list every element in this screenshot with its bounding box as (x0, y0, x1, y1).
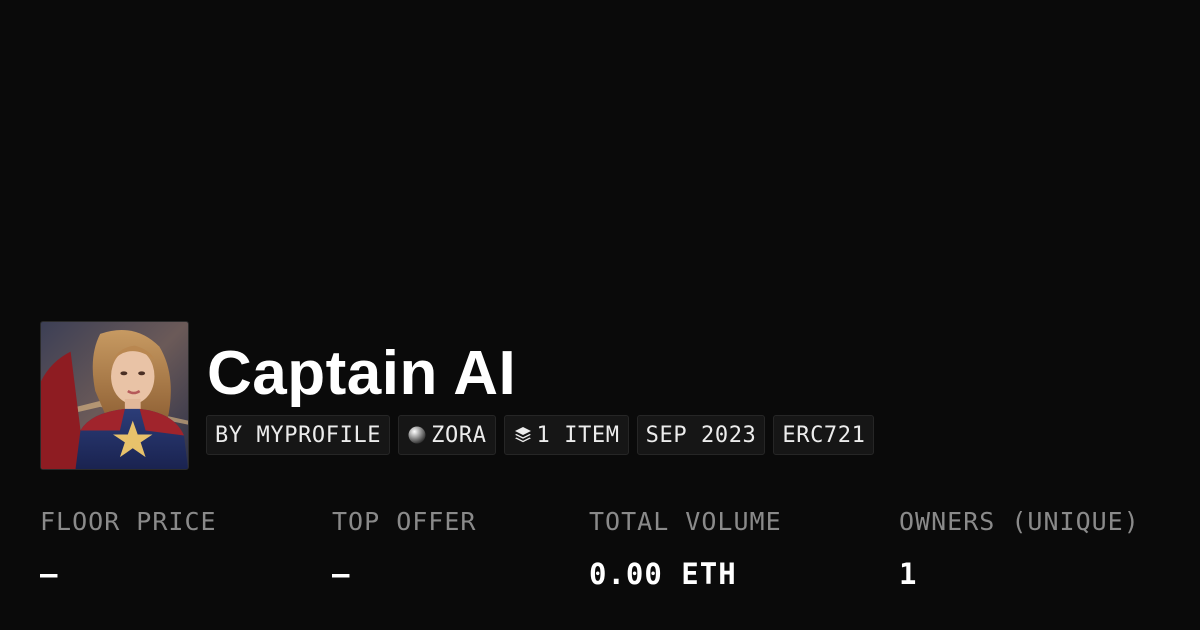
collection-card: Captain AI BY MYPROFILE ZORA 1 ITEM SEP … (0, 0, 1200, 630)
stat-value: — (40, 557, 59, 591)
chain-chip[interactable]: ZORA (398, 415, 496, 455)
collection-avatar[interactable] (40, 321, 189, 470)
stat-value: — (332, 557, 351, 591)
creator-chip-label: BY MYPROFILE (215, 422, 382, 448)
stat-label: TOTAL VOLUME (589, 507, 782, 536)
item-count-chip-label: 1 ITEM (536, 422, 620, 448)
creator-chip[interactable]: BY MYPROFILE (206, 415, 391, 455)
layers-icon (513, 425, 533, 445)
stat-value: 1 (899, 557, 918, 591)
collection-meta-chips: BY MYPROFILE ZORA 1 ITEM SEP 2023 ERC721 (206, 415, 875, 455)
created-date-chip: SEP 2023 (636, 415, 766, 455)
item-count-chip[interactable]: 1 ITEM (503, 415, 629, 455)
stat-owners: OWNERS (UNIQUE) 1 (899, 506, 1140, 592)
chain-chip-label: ZORA (431, 422, 487, 448)
avatar-image-icon (41, 322, 188, 469)
token-standard-chip: ERC721 (773, 415, 875, 455)
token-standard-chip-label: ERC721 (782, 422, 866, 448)
stat-floor-price: FLOOR PRICE — (40, 506, 217, 592)
stat-top-offer: TOP OFFER — (332, 506, 476, 592)
stat-label: FLOOR PRICE (40, 507, 217, 536)
zora-orb-icon (407, 425, 427, 445)
created-date-chip-label: SEP 2023 (645, 422, 757, 448)
stat-total-volume: TOTAL VOLUME 0.00 ETH (589, 506, 782, 592)
stat-label: OWNERS (UNIQUE) (899, 507, 1140, 536)
stat-label: TOP OFFER (332, 507, 477, 536)
collection-title: Captain AI (207, 339, 517, 408)
stat-value: 0.00 ETH (589, 557, 737, 591)
